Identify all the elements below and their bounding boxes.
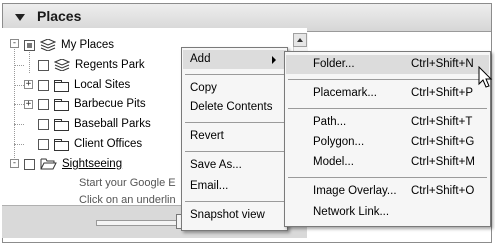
visibility-checkbox[interactable] (24, 158, 35, 170)
visibility-checkbox[interactable] (38, 118, 49, 130)
tree-item-label: Barbecue Pits (74, 98, 146, 110)
scroll-up-button[interactable] (293, 33, 307, 47)
tree-item-baseball-parks[interactable]: Baseball Parks (38, 115, 151, 133)
menu-item-shortcut: Ctrl+Shift+N (411, 58, 474, 70)
menu-item-label: Image Overlay... (313, 185, 397, 197)
folder-icon (54, 118, 69, 131)
tree-line (14, 85, 24, 86)
tree-item-label: Client Offices (74, 138, 143, 150)
menu-separator (185, 122, 284, 123)
menu-item-label: Save As... (190, 159, 242, 171)
submenu-item-placemark[interactable]: Placemark... Ctrl+Shift+P (286, 84, 489, 103)
tree-line (14, 124, 24, 125)
tree-line (14, 65, 24, 66)
panel-title: Places (37, 8, 82, 24)
tree-line (14, 49, 15, 166)
collapse-toggle-icon[interactable]: - (10, 39, 19, 48)
menu-item-revert[interactable]: Revert (183, 127, 286, 146)
menu-item-label: Network Link... (313, 206, 390, 218)
menu-item-label: Path... (313, 116, 347, 128)
tree-item-label: Local Sites (74, 79, 131, 91)
expand-toggle-icon[interactable]: + (24, 100, 33, 109)
menu-item-shortcut: Ctrl+Shift+P (411, 87, 473, 99)
tree-item-label: My Places (61, 39, 115, 51)
visibility-checkbox[interactable] (38, 138, 49, 150)
menu-item-label: Add (190, 53, 211, 65)
tree-item-client-offices[interactable]: Client Offices (38, 135, 142, 153)
submenu-item-path[interactable]: Path... Ctrl+Shift+T (286, 113, 489, 132)
menu-separator (288, 108, 487, 109)
menu-item-label: Delete Contents (190, 101, 273, 113)
tree-item-local-sites[interactable]: Local Sites (38, 76, 130, 94)
mouse-pointer-icon (478, 66, 493, 88)
open-folder-icon (40, 158, 57, 170)
menu-item-label: Polygon... (313, 136, 365, 148)
tree-item-regents-park[interactable]: Regents Park (38, 56, 145, 74)
collapse-triangle-icon[interactable] (15, 14, 25, 21)
menu-item-label: Placemark... (313, 87, 377, 99)
layers-icon (54, 59, 70, 71)
menu-item-label: Snapshot view (190, 209, 265, 221)
menu-item-snapshot-view[interactable]: Snapshot view (183, 206, 286, 225)
menu-item-label: Folder... (313, 58, 355, 70)
collapse-toggle-icon[interactable]: - (10, 159, 19, 168)
menu-item-label: Email... (190, 180, 229, 192)
description-text: Start your Google E (79, 177, 176, 189)
folder-icon (54, 79, 69, 92)
expand-toggle-icon[interactable]: + (24, 80, 33, 89)
visibility-checkbox[interactable] (24, 39, 35, 51)
tree-item-barbecue-pits[interactable]: Barbecue Pits (38, 95, 146, 113)
tree-item-sightseeing[interactable]: Sightseeing (24, 155, 122, 173)
tree-root-my-places[interactable]: My Places (24, 36, 114, 54)
menu-item-add[interactable]: Add (183, 50, 286, 69)
menu-separator (185, 201, 284, 202)
submenu-item-image-overlay[interactable]: Image Overlay... Ctrl+Shift+O (286, 182, 489, 201)
menu-separator (185, 151, 284, 152)
submenu-item-network-link[interactable]: Network Link... (286, 203, 489, 222)
submenu-item-polygon[interactable]: Polygon... Ctrl+Shift+G (286, 133, 489, 152)
context-menu: Add Copy Delete Contents Revert Save As.… (181, 47, 288, 231)
tree-item-label: Sightseeing (62, 158, 123, 170)
tree-line (14, 104, 24, 105)
menu-item-label: Model... (313, 156, 354, 168)
tree-line (14, 144, 24, 145)
submenu-item-model[interactable]: Model... Ctrl+Shift+M (286, 153, 489, 172)
menu-item-label: Copy (190, 82, 217, 94)
submenu-arrow-icon (272, 56, 276, 64)
menu-item-save-as[interactable]: Save As... (183, 156, 286, 175)
visibility-checkbox[interactable] (38, 98, 49, 110)
menu-item-shortcut: Ctrl+Shift+G (411, 136, 475, 148)
menu-separator (288, 79, 487, 80)
tree-item-label: Regents Park (75, 59, 145, 71)
menu-item-shortcut: Ctrl+Shift+O (411, 185, 475, 197)
add-submenu: Folder... Ctrl+Shift+N Placemark... Ctrl… (284, 51, 491, 227)
opacity-slider[interactable] (96, 220, 182, 226)
folder-icon (54, 98, 69, 111)
menu-item-email[interactable]: Email... (183, 177, 286, 196)
visibility-checkbox[interactable] (38, 59, 49, 71)
folder-icon (54, 138, 69, 151)
menu-separator (288, 177, 487, 178)
menu-item-label: Revert (190, 130, 224, 142)
menu-item-copy[interactable]: Copy (183, 79, 286, 98)
layers-icon (40, 39, 56, 51)
menu-separator (185, 74, 284, 75)
menu-item-delete-contents[interactable]: Delete Contents (183, 98, 286, 117)
tree-item-label: Baseball Parks (74, 118, 151, 130)
menu-item-shortcut: Ctrl+Shift+T (411, 116, 473, 128)
visibility-checkbox[interactable] (38, 79, 49, 91)
submenu-item-folder[interactable]: Folder... Ctrl+Shift+N (286, 55, 489, 74)
menu-item-shortcut: Ctrl+Shift+M (411, 156, 475, 168)
